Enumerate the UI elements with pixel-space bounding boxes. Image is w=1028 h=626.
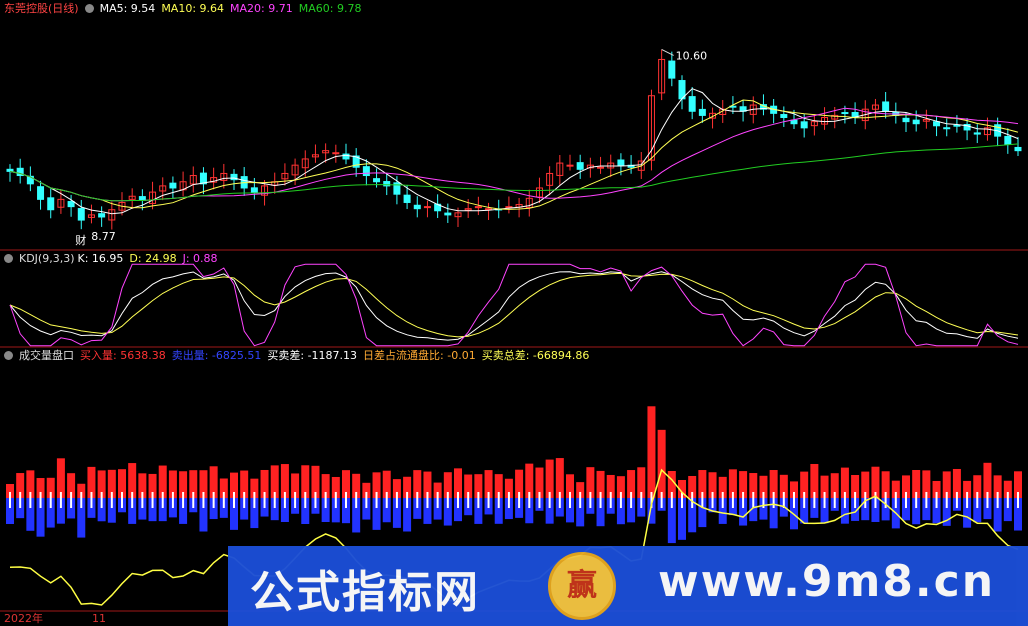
candle-body xyxy=(413,204,421,210)
candle-body xyxy=(138,196,146,201)
month-label: 11 xyxy=(92,612,106,625)
high-price-label: 10.60 xyxy=(676,49,708,62)
candle-body xyxy=(841,112,849,115)
settings-circle-icon[interactable] xyxy=(4,351,13,360)
x-axis: 2022年 11 xyxy=(0,612,228,626)
price-legend: 东莞控股(日线) MA5: 9.54 MA10: 9.64 MA20: 9.71 MA6… xyxy=(4,1,367,17)
candle-body xyxy=(902,117,910,123)
diff-label: 买卖差: -1187.13 xyxy=(267,349,358,362)
candle-body xyxy=(800,121,808,129)
kdj-legend: KDJ(9,3,3) K: 16.95 D: 24.98 J: 0.88 xyxy=(4,251,224,267)
settings-circle-icon[interactable] xyxy=(84,4,94,13)
buy-volume-bar xyxy=(657,429,666,498)
j-line xyxy=(9,263,1019,347)
watermark-banner: 公式指标网 赢 www.9m8.cn xyxy=(228,546,1028,626)
candle-body xyxy=(332,152,340,155)
low-tag-label: 财 xyxy=(75,233,86,247)
candle-body xyxy=(362,166,370,177)
buy-volume-bar xyxy=(647,406,656,498)
candle-body xyxy=(250,187,258,193)
ma5-line xyxy=(9,88,1019,215)
sell-label: 卖出量: -6825.51 xyxy=(171,349,262,362)
ma10-line xyxy=(9,99,1019,210)
candle-body xyxy=(373,178,381,183)
ma20-label: MA20: 9.71 xyxy=(230,2,293,15)
candle-body xyxy=(597,166,605,169)
ma60-label: MA60: 9.78 xyxy=(298,2,362,15)
kdj-panel xyxy=(9,263,1019,347)
ma5-label: MA5: 9.54 xyxy=(99,2,156,15)
d-label: D: 24.98 xyxy=(129,252,177,265)
year-label: 2022年 xyxy=(4,612,43,625)
settings-circle-icon[interactable] xyxy=(4,254,13,263)
candle-body xyxy=(444,212,452,216)
kdj-title: KDJ(9,3,3) xyxy=(19,252,75,265)
buy-label: 买入量: 5638.38 xyxy=(80,349,166,362)
candle-body xyxy=(169,182,177,189)
candle-body xyxy=(423,206,431,209)
candle-body xyxy=(1014,146,1022,152)
candle-body xyxy=(67,201,75,208)
candle-body xyxy=(688,96,696,112)
ma10-label: MA10: 9.64 xyxy=(161,2,225,15)
candle-body xyxy=(403,194,411,203)
candle-body xyxy=(780,114,788,118)
k-label: K: 16.95 xyxy=(77,252,124,265)
watermark-logo-icon: 赢 xyxy=(548,552,616,620)
k-line xyxy=(9,271,1019,341)
d-line xyxy=(9,272,1019,338)
candle-body xyxy=(698,108,706,116)
ratio-label: 日差占流通盘比: -0.01 xyxy=(363,349,476,362)
candle-body xyxy=(790,119,798,125)
candle-body xyxy=(566,164,574,167)
candle-body xyxy=(47,197,55,211)
stock-title[interactable]: 东莞控股(日线) xyxy=(4,2,79,15)
candle-body xyxy=(98,213,106,218)
candle-body xyxy=(912,119,920,125)
low-price-label: 8.77 xyxy=(91,230,116,243)
watermark-text-left: 公式指标网 xyxy=(250,567,480,618)
candle-body xyxy=(953,124,961,127)
ma20-line xyxy=(9,107,1019,202)
candle-body xyxy=(617,159,625,166)
candle-body xyxy=(668,60,676,79)
j-label: J: 0.88 xyxy=(182,252,218,265)
stock-chart[interactable]: 10.60 财 8.77 xyxy=(0,0,1028,626)
candle-body xyxy=(77,208,85,221)
candle-body xyxy=(6,168,14,172)
candle-body xyxy=(576,162,584,170)
candle-body xyxy=(1004,135,1012,145)
candle-body xyxy=(485,208,493,211)
price-panel: 10.60 财 8.77 xyxy=(6,49,1022,247)
candle-body xyxy=(933,121,941,127)
volume-legend: 成交量盘口 买入量: 5638.38 卖出量: -6825.51 买卖差: -1187… xyxy=(4,348,595,364)
candle-body xyxy=(973,132,981,135)
total-label: 买卖总差: -66894.86 xyxy=(481,349,590,362)
candle-body xyxy=(943,127,951,130)
volume-title: 成交量盘口 xyxy=(19,349,74,362)
candle-body xyxy=(37,186,45,200)
watermark-text-right: www.9m8.cn xyxy=(658,556,996,607)
candle-body xyxy=(882,101,890,112)
